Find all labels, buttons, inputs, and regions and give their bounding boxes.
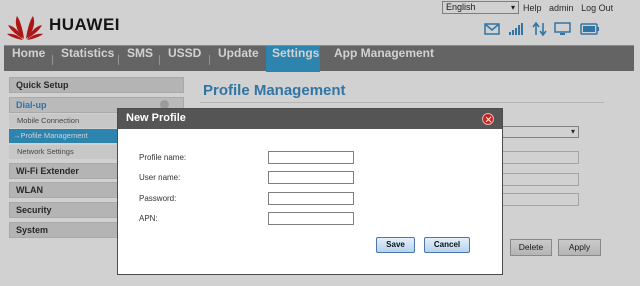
cancel-button[interactable]: Cancel xyxy=(424,237,470,253)
user-name-label: User name: xyxy=(139,173,181,182)
password-label: Password: xyxy=(139,194,177,203)
password-field[interactable] xyxy=(268,192,354,205)
dialog-title: New Profile xyxy=(126,112,186,124)
dialog-header: New Profile xyxy=(118,109,502,129)
apn-field[interactable] xyxy=(268,212,354,225)
profile-name-label: Profile name: xyxy=(139,153,187,162)
profile-name-field[interactable] xyxy=(268,151,354,164)
close-icon[interactable] xyxy=(482,113,494,125)
new-profile-dialog: New Profile Profile name: User name: Pas… xyxy=(117,108,503,275)
user-name-field[interactable] xyxy=(268,171,354,184)
apn-label: APN: xyxy=(139,214,158,223)
save-button[interactable]: Save xyxy=(376,237,415,253)
